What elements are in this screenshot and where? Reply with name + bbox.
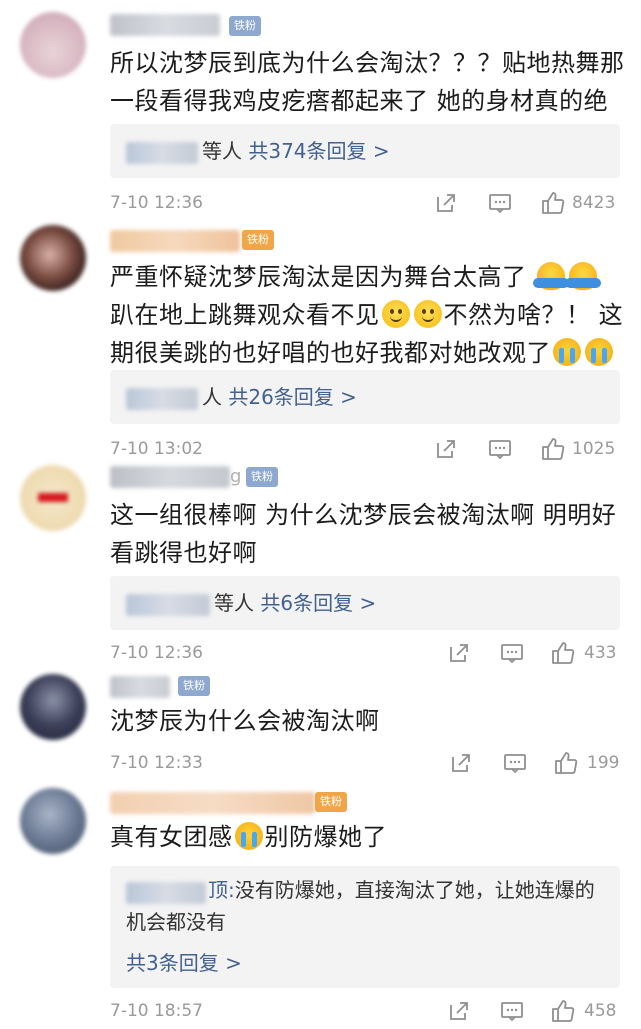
replies-summary[interactable]: 等人 共374条回复 > [126, 136, 390, 166]
reply-users-blurred [126, 141, 198, 164]
replies-count-link[interactable]: 共374条回复 > [248, 139, 389, 163]
crying-face-emoji [585, 338, 613, 366]
avatar[interactable] [20, 674, 86, 740]
replies-box[interactable]: 等人 共374条回复 > [110, 124, 620, 178]
like-count: 458 [584, 1001, 617, 1021]
comment-meta: 7-10 18:57 458 [110, 998, 621, 1026]
like-count: 199 [587, 753, 620, 773]
comment-meta: 7-10 12:36 8423 [110, 190, 621, 218]
share-icon[interactable] [435, 438, 457, 465]
thumbs-up-icon[interactable] [550, 998, 576, 1029]
fan-badge: 铁粉 [246, 467, 278, 487]
crying-face-emoji [553, 338, 581, 366]
timestamp: 7-10 12:33 [110, 753, 203, 773]
comment-text: 这一组很棒啊 为什么沈梦辰会被淘汰啊 明明好看跳得也好啊 [110, 501, 617, 567]
comment-icon[interactable] [500, 642, 524, 669]
timestamp: 7-10 12:36 [110, 643, 203, 663]
timestamp: 7-10 12:36 [110, 193, 203, 213]
shrug-emoji [564, 262, 601, 290]
replies-box[interactable]: 顶:没有防爆她，直接淘汰了她，让她连爆的机会都没有 共3条回复 > [110, 866, 620, 988]
avatar[interactable] [20, 465, 86, 531]
comment-text: 沈梦辰为什么会被淘汰啊 [110, 707, 380, 735]
comment-meta: 7-10 12:33 199 [110, 750, 621, 778]
reply-users-blurred [126, 593, 210, 616]
thumbs-up-icon[interactable] [540, 190, 566, 221]
comment-icon[interactable] [488, 438, 512, 465]
avatar[interactable] [20, 225, 86, 291]
like-count: 1025 [572, 439, 616, 459]
fan-badge: 铁粉 [242, 230, 274, 250]
share-icon[interactable] [435, 192, 457, 219]
username-blurred[interactable] [110, 792, 315, 814]
username-blurred[interactable] [110, 466, 230, 488]
thumbs-up-icon[interactable] [553, 750, 579, 781]
reply-author-blurred [126, 881, 206, 904]
replies-count-link[interactable]: 共3条回复 > [126, 951, 242, 975]
replies-box[interactable]: 等人 共6条回复 > [110, 576, 620, 630]
username-tail: g [230, 466, 242, 487]
replies-box[interactable]: 人 共26条回复 > [110, 370, 620, 424]
replies-summary[interactable]: 共3条回复 > [126, 948, 242, 978]
comment-text: 严重怀疑沈梦辰淘汰是因为舞台太高了 趴在地上跳舞观众看不见 不然为啥？！ 这期很美… [110, 262, 624, 367]
comment-icon[interactable] [500, 1000, 524, 1027]
reply-preview[interactable]: 顶:没有防爆她，直接淘汰了她，让她连爆的机会都没有 [126, 874, 606, 938]
comment-meta: 7-10 12:36 433 [110, 640, 621, 668]
replies-summary[interactable]: 等人 共6条回复 > [126, 588, 376, 618]
fan-badge: 铁粉 [229, 16, 261, 36]
username-blurred[interactable] [110, 14, 220, 36]
avatar[interactable] [20, 788, 86, 854]
thumbs-up-icon[interactable] [550, 640, 576, 671]
shrug-emoji [532, 262, 569, 290]
timestamp: 7-10 13:02 [110, 439, 203, 459]
comment-icon[interactable] [503, 752, 527, 779]
fan-badge: 铁粉 [315, 792, 347, 812]
share-icon[interactable] [448, 1000, 470, 1027]
comment-meta: 7-10 13:02 1025 [110, 436, 621, 464]
comment-icon[interactable] [488, 192, 512, 219]
replies-summary[interactable]: 人 共26条回复 > [126, 382, 357, 412]
username-blurred[interactable] [110, 676, 170, 698]
timestamp: 7-10 18:57 [110, 1001, 203, 1021]
like-count: 8423 [572, 193, 616, 213]
username-blurred[interactable] [110, 230, 240, 252]
like-count: 433 [584, 643, 617, 663]
replies-count-link[interactable]: 共6条回复 > [260, 591, 376, 615]
fan-badge: 铁粉 [178, 676, 210, 696]
comment-text: 真有女团感 别防爆她了 [110, 822, 387, 851]
reply-users-blurred [126, 387, 198, 410]
smile-face-emoji [413, 300, 442, 328]
share-icon[interactable] [450, 752, 472, 779]
crying-face-emoji [234, 822, 263, 850]
smile-face-emoji [381, 300, 410, 328]
replies-count-link[interactable]: 共26条回复 > [228, 385, 357, 409]
share-icon[interactable] [448, 642, 470, 669]
thumbs-up-icon[interactable] [540, 436, 566, 467]
avatar[interactable] [20, 12, 86, 78]
